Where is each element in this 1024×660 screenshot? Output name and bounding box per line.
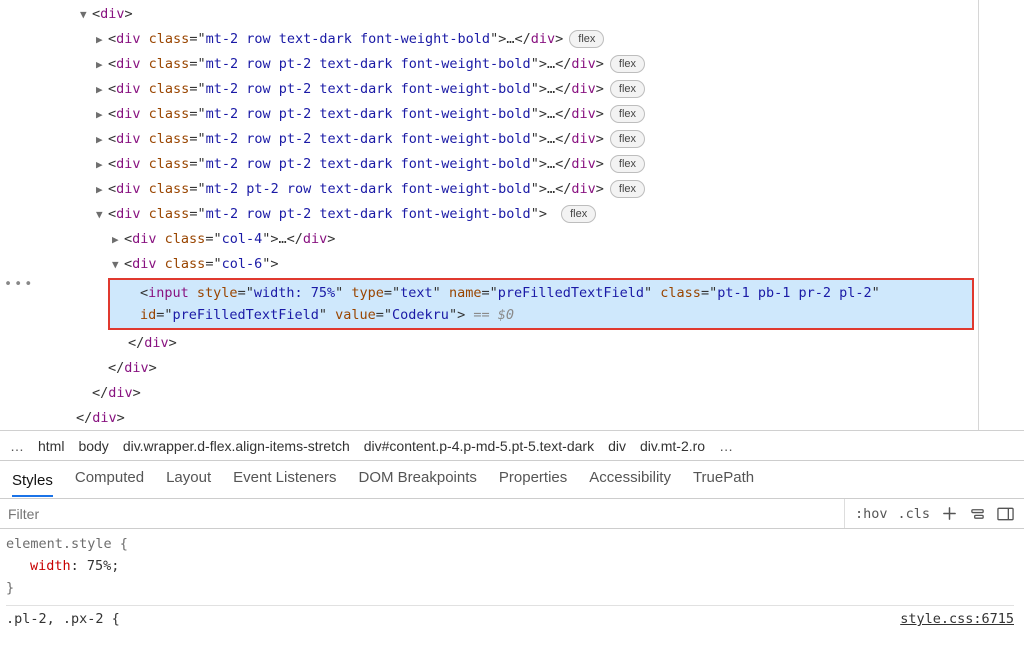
flex-badge[interactable]: flex	[610, 130, 645, 148]
tab-styles[interactable]: Styles	[12, 472, 53, 497]
dom-close[interactable]: </div>	[0, 331, 1024, 356]
breadcrumb-item[interactable]: div.wrapper.d-flex.align-items-stretch	[123, 438, 350, 454]
breadcrumb-item[interactable]: div#content.p-4.p-md-5.pt-5.text-dark	[364, 438, 594, 454]
expand-toggle-icon[interactable]: ▶	[96, 127, 108, 152]
expand-toggle-icon[interactable]: ▼	[80, 2, 92, 27]
expand-toggle-icon[interactable]: ▶	[96, 77, 108, 102]
flex-badge[interactable]: flex	[610, 180, 645, 198]
breadcrumb-item[interactable]: div.mt-2.ro	[640, 438, 705, 454]
elements-dom-tree[interactable]: ••• ▼<div> ▶<div class="mt-2 row text-da…	[0, 0, 1024, 430]
style-rule-selector[interactable]: .pl-2, .px-2 {	[6, 608, 120, 630]
dom-node[interactable]: ▶<div class="mt-2 row pt-2 text-dark fon…	[0, 102, 1024, 127]
scrollbar-gutter	[978, 0, 1024, 430]
dom-node-expanded[interactable]: ▼<div class="col-6">	[0, 252, 1024, 277]
dom-node[interactable]: ▶<div class="mt-2 row pt-2 text-dark fon…	[0, 152, 1024, 177]
dom-node[interactable]: ▶<div class="mt-2 row text-dark font-wei…	[0, 27, 1024, 52]
console-reference: == $0	[465, 307, 514, 323]
breadcrumb-item[interactable]: body	[78, 438, 108, 454]
dom-node-expanded[interactable]: ▼<div class="mt-2 row pt-2 text-dark fon…	[0, 202, 1024, 227]
dom-close[interactable]: </div>	[0, 406, 1024, 430]
flex-badge[interactable]: flex	[561, 205, 596, 223]
computed-styles-sidebar-icon[interactable]	[968, 505, 986, 523]
breadcrumb-overflow[interactable]: …	[10, 438, 24, 454]
dom-node[interactable]: ▶<div class="mt-2 pt-2 row text-dark fon…	[0, 177, 1024, 202]
flex-badge[interactable]: flex	[610, 155, 645, 173]
css-property-name[interactable]: width	[30, 558, 71, 574]
expand-toggle-icon[interactable]: ▶	[96, 102, 108, 127]
tab-layout[interactable]: Layout	[166, 469, 211, 492]
expand-toggle-icon[interactable]: ▼	[96, 202, 108, 227]
styles-tab-bar: Styles Computed Layout Event Listeners D…	[0, 460, 1024, 499]
toggle-element-state-button[interactable]: :hov	[855, 506, 888, 522]
css-property-value[interactable]: 75%	[87, 558, 111, 574]
flex-badge[interactable]: flex	[610, 55, 645, 73]
expand-toggle-icon[interactable]: ▶	[112, 227, 124, 252]
tab-truepath[interactable]: TruePath	[693, 469, 754, 492]
style-rule-selector[interactable]: element.style {	[6, 533, 1014, 555]
expand-toggle-icon[interactable]: ▶	[96, 27, 108, 52]
dom-node[interactable]: ▼<div>	[0, 2, 1024, 27]
selected-dom-node[interactable]: <input style="width: 75%" type="text" na…	[108, 278, 974, 330]
flex-badge[interactable]: flex	[610, 105, 645, 123]
expand-toggle-icon[interactable]: ▶	[96, 152, 108, 177]
tab-accessibility[interactable]: Accessibility	[589, 469, 671, 492]
dom-close[interactable]: </div>	[0, 356, 1024, 381]
flex-badge[interactable]: flex	[569, 30, 604, 48]
styles-filter-input[interactable]	[0, 502, 844, 526]
breadcrumb-item[interactable]: div	[608, 438, 626, 454]
tab-dom-breakpoints[interactable]: DOM Breakpoints	[359, 469, 477, 492]
expand-toggle-icon[interactable]: ▶	[96, 177, 108, 202]
expand-toggle-icon[interactable]: ▼	[112, 252, 124, 277]
tab-event-listeners[interactable]: Event Listeners	[233, 469, 336, 492]
new-style-rule-icon[interactable]	[940, 505, 958, 523]
toggle-sidebar-icon[interactable]	[996, 505, 1014, 523]
stylesheet-source-link[interactable]: style.css:6715	[900, 608, 1014, 630]
dom-node[interactable]: ▶<div class="mt-2 row pt-2 text-dark fon…	[0, 127, 1024, 152]
expand-toggle-icon[interactable]: ▶	[96, 52, 108, 77]
breadcrumb[interactable]: … html body div.wrapper.d-flex.align-ite…	[0, 430, 1024, 460]
toggle-classes-button[interactable]: .cls	[897, 506, 930, 522]
dom-node[interactable]: ▶<div class="col-4">…</div>	[0, 227, 1024, 252]
tab-properties[interactable]: Properties	[499, 469, 567, 492]
dom-close[interactable]: </div>	[0, 381, 1024, 406]
styles-filter-row: :hov .cls	[0, 499, 1024, 529]
dom-node[interactable]: ▶<div class="mt-2 row pt-2 text-dark fon…	[0, 77, 1024, 102]
styles-pane[interactable]: element.style { width: 75%; } .pl-2, .px…	[0, 529, 1024, 630]
style-rule-brace: }	[6, 577, 1014, 599]
dom-node[interactable]: ▶<div class="mt-2 row pt-2 text-dark fon…	[0, 52, 1024, 77]
flex-badge[interactable]: flex	[610, 80, 645, 98]
line-actions-icon[interactable]: •••	[4, 272, 34, 297]
tab-computed[interactable]: Computed	[75, 469, 144, 492]
breadcrumb-item[interactable]: html	[38, 438, 64, 454]
breadcrumb-overflow[interactable]: …	[719, 438, 733, 454]
